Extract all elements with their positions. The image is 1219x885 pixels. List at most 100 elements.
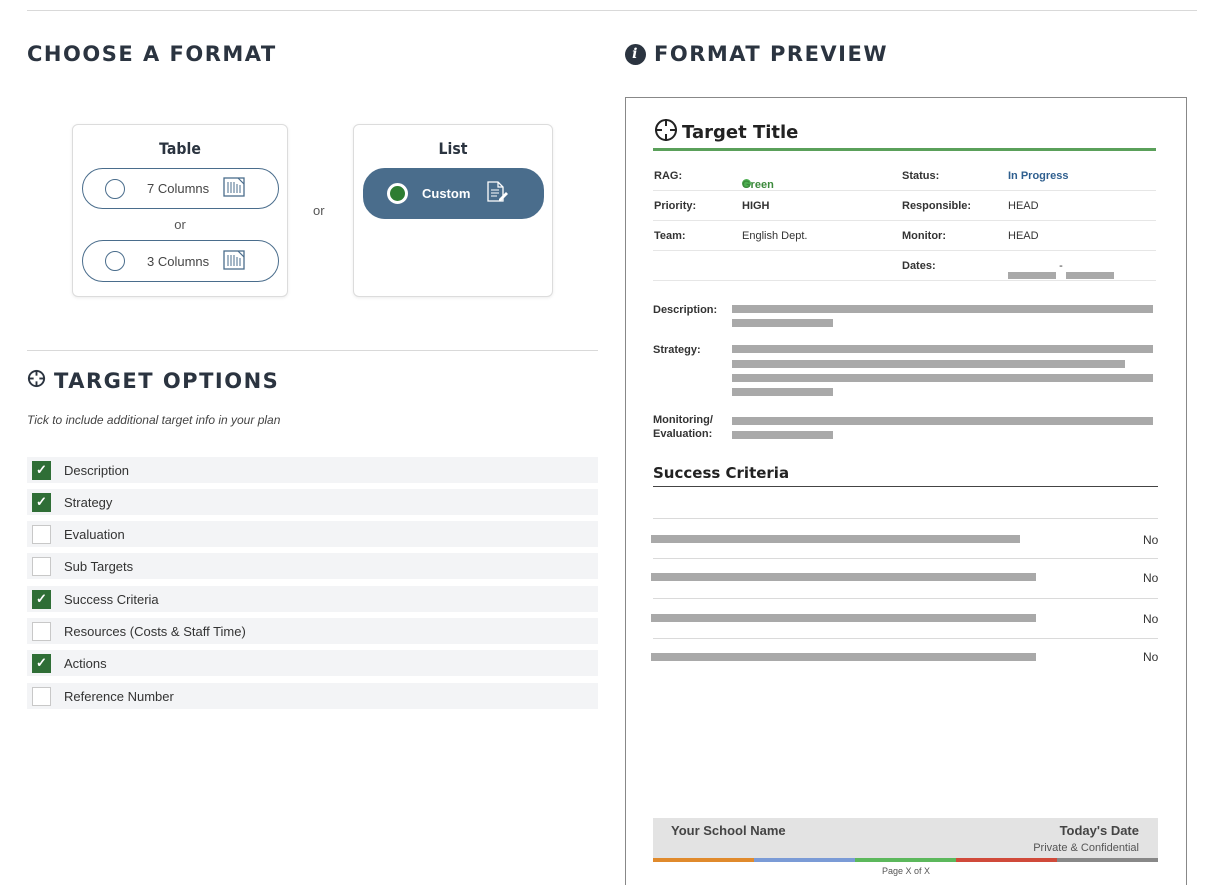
strategy-placeholder-line bbox=[732, 388, 833, 396]
seven-columns-radio[interactable] bbox=[105, 178, 125, 199]
seven-columns-option[interactable]: 7 Columns bbox=[82, 168, 279, 209]
start-date-placeholder bbox=[1008, 272, 1056, 279]
footer-date: Today's Date bbox=[1059, 823, 1139, 838]
option-checkbox[interactable]: ✓ bbox=[32, 460, 51, 480]
option-label: Evaluation bbox=[64, 526, 125, 542]
footer-school-name: Your School Name bbox=[671, 823, 786, 838]
criteria-placeholder-line bbox=[651, 535, 1020, 543]
description-placeholder-line bbox=[732, 305, 1153, 313]
monitor-label: Monitor: bbox=[902, 230, 946, 242]
meta-row-priority: Priority: HIGH Responsible: HEAD bbox=[653, 191, 1156, 221]
three-columns-option[interactable]: 3 Columns bbox=[82, 240, 279, 282]
footer-private: Private & Confidential bbox=[1033, 842, 1139, 854]
format-preview-title: FORMAT PREVIEW bbox=[654, 42, 889, 66]
responsible-label: Responsible: bbox=[902, 200, 972, 212]
target-options-subtitle: Tick to include additional target info i… bbox=[27, 413, 281, 427]
custom-label: Custom bbox=[422, 186, 471, 201]
title-underline bbox=[653, 148, 1156, 151]
monitoring-placeholder-line bbox=[732, 417, 1153, 425]
criteria-divider bbox=[653, 598, 1158, 599]
info-icon: i bbox=[625, 43, 646, 65]
target-option-row[interactable]: ✓ Success Criteria bbox=[27, 586, 598, 612]
dates-label: Dates: bbox=[902, 260, 936, 272]
list-card-title: List bbox=[438, 139, 468, 158]
target-options-title: TARGET OPTIONS bbox=[54, 369, 280, 393]
seven-columns-label: 7 Columns bbox=[147, 181, 210, 196]
preview-footer: Your School Name Today's Date Private & … bbox=[653, 818, 1158, 862]
three-columns-label: 3 Columns bbox=[147, 253, 210, 269]
target-option-row[interactable]: Resources (Costs & Staff Time) bbox=[27, 618, 598, 644]
monitoring-label-line2: Evaluation: bbox=[653, 428, 713, 440]
footer-stripe-orange bbox=[653, 858, 754, 862]
monitor-value: HEAD bbox=[1008, 230, 1039, 242]
custom-option[interactable]: Custom bbox=[363, 168, 544, 219]
format-preview-document: Target Title RAG: Green Status: In Progr… bbox=[625, 97, 1187, 885]
monitoring-label-line1: Monitoring/ bbox=[653, 414, 713, 426]
option-label: Strategy bbox=[64, 494, 113, 510]
criteria-value: No bbox=[1143, 650, 1159, 664]
monitoring-label: Monitoring/ Evaluation: bbox=[653, 413, 713, 441]
option-checkbox[interactable] bbox=[32, 621, 51, 641]
table-card-title: Table bbox=[159, 139, 201, 158]
target-option-row[interactable]: Evaluation bbox=[27, 521, 598, 547]
dates-value: - bbox=[1008, 260, 1114, 279]
end-date-placeholder bbox=[1065, 272, 1114, 279]
option-checkbox[interactable] bbox=[32, 556, 51, 576]
strategy-label: Strategy: bbox=[653, 344, 701, 356]
table-format-card: Table 7 Columns or 3 Columns bbox=[72, 124, 288, 297]
checkmark-icon: ✓ bbox=[36, 591, 47, 606]
criteria-placeholder-line bbox=[651, 614, 1036, 622]
strategy-placeholder-line bbox=[732, 345, 1153, 353]
custom-radio-selected[interactable] bbox=[387, 183, 408, 204]
criteria-value: No bbox=[1143, 571, 1159, 585]
priority-value: HIGH bbox=[742, 200, 770, 212]
three-columns-radio[interactable] bbox=[105, 251, 125, 271]
edit-doc-icon bbox=[486, 181, 509, 206]
option-label: Sub Targets bbox=[64, 558, 134, 574]
option-checkbox[interactable]: ✓ bbox=[32, 589, 51, 609]
checkmark-icon: ✓ bbox=[36, 462, 47, 477]
rag-value-text: Green bbox=[742, 179, 774, 191]
target-option-row[interactable]: Reference Number bbox=[27, 683, 598, 709]
choose-format-heading: CHOOSE A FORMAT bbox=[27, 42, 277, 66]
criteria-placeholder-line bbox=[651, 653, 1036, 661]
table-options-or: or bbox=[174, 217, 186, 232]
top-divider bbox=[27, 10, 1197, 11]
option-label: Success Criteria bbox=[64, 591, 159, 607]
target-option-row[interactable]: ✓ Actions bbox=[27, 650, 598, 676]
strategy-placeholder-line bbox=[732, 374, 1153, 382]
target-option-row[interactable]: ✓ Strategy bbox=[27, 489, 598, 515]
preview-target-title: Target Title bbox=[654, 118, 798, 147]
crosshair-icon bbox=[654, 118, 678, 147]
option-label: Reference Number bbox=[64, 688, 174, 704]
option-checkbox[interactable] bbox=[32, 524, 51, 544]
target-option-row[interactable]: ✓ Description bbox=[27, 457, 598, 483]
meta-row-rag: RAG: Green Status: In Progress bbox=[653, 161, 1156, 191]
criteria-placeholder-line bbox=[651, 573, 1036, 581]
option-checkbox[interactable] bbox=[32, 686, 51, 706]
meta-row-team: Team: English Dept. Monitor: HEAD bbox=[653, 221, 1156, 251]
footer-stripe-blue bbox=[754, 858, 855, 862]
table-doc-icon bbox=[223, 177, 245, 200]
target-option-row[interactable]: Sub Targets bbox=[27, 553, 598, 579]
option-checkbox[interactable]: ✓ bbox=[32, 653, 51, 673]
checkmark-icon: ✓ bbox=[36, 655, 47, 670]
status-value: In Progress bbox=[1008, 170, 1069, 182]
checkmark-icon: ✓ bbox=[36, 494, 47, 509]
option-checkbox[interactable]: ✓ bbox=[32, 492, 51, 512]
table-doc-icon bbox=[223, 249, 245, 273]
option-label: Actions bbox=[64, 655, 107, 671]
success-criteria-underline bbox=[653, 486, 1158, 487]
criteria-value: No bbox=[1143, 612, 1159, 626]
section-divider bbox=[27, 350, 598, 351]
dates-separator: - bbox=[1059, 260, 1063, 272]
team-label: Team: bbox=[654, 230, 686, 242]
monitoring-placeholder-line bbox=[732, 431, 833, 439]
crosshair-icon bbox=[27, 369, 46, 393]
footer-stripe-green bbox=[855, 858, 956, 862]
responsible-value: HEAD bbox=[1008, 200, 1039, 212]
description-placeholder-line bbox=[732, 319, 833, 327]
option-label: Resources (Costs & Staff Time) bbox=[64, 623, 246, 639]
success-criteria-title: Success Criteria bbox=[653, 464, 790, 482]
description-label: Description: bbox=[653, 304, 718, 316]
